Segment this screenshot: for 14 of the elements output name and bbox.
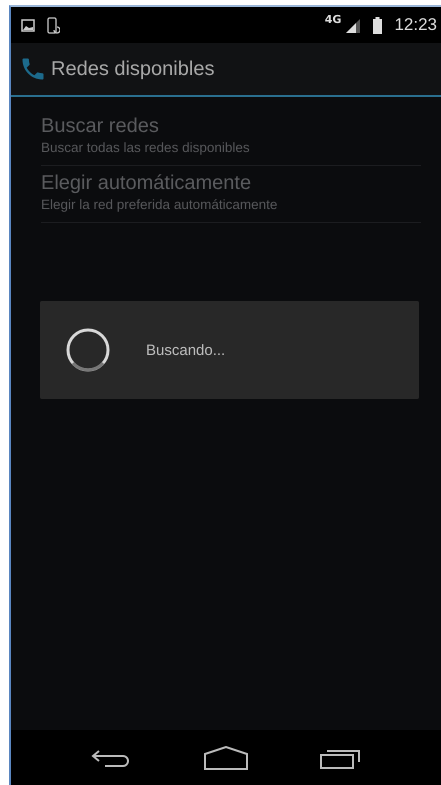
clock-time: 12:23 — [394, 15, 437, 35]
item-summary: Elegir la red preferida automáticamente — [41, 197, 278, 212]
network-type-label: 4G — [324, 13, 342, 26]
item-title: Buscar redes — [41, 115, 160, 138]
phone-sync-icon — [47, 16, 60, 34]
screen-title: Redes disponibles — [51, 58, 214, 80]
battery-icon — [373, 16, 382, 34]
progress-message: Buscando... — [146, 342, 226, 358]
item-summary: Buscar todas las redes disponibles — [41, 140, 251, 155]
signal-icon — [345, 17, 362, 33]
home-icon[interactable] — [203, 746, 249, 770]
item-title: Elegir automáticamente — [41, 172, 252, 195]
loading-spinner-icon — [65, 327, 111, 373]
image-icon — [21, 18, 35, 32]
